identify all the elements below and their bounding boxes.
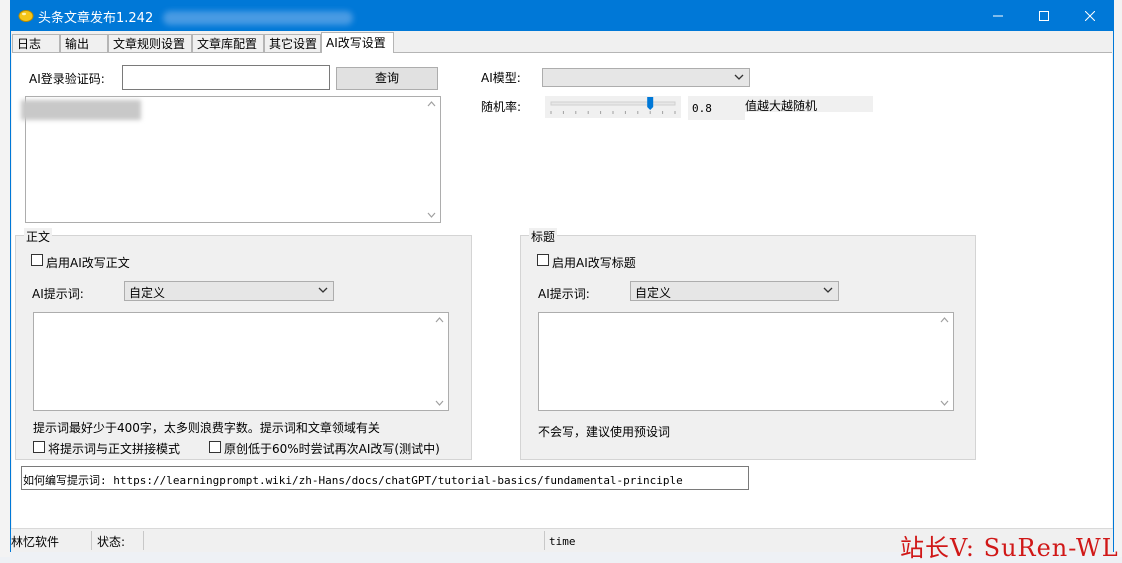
retry-rewrite-checkbox[interactable]: [209, 441, 221, 453]
query-button[interactable]: 查询: [336, 67, 438, 90]
body-prompt-select[interactable]: 自定义: [124, 281, 334, 301]
body-prompt-textarea[interactable]: [33, 312, 449, 411]
tab-other-settings[interactable]: 其它设置: [264, 34, 321, 52]
randomness-hint: 值越大越随机: [745, 99, 818, 113]
company-name: 林忆软件: [11, 535, 60, 549]
ai-rewrite-panel: AI登录验证码: 查询 AI模型: 随机率: 0.8 值越大越随机 正文 启用A…: [12, 52, 1112, 529]
minimize-icon: [993, 15, 1003, 17]
ai-model-label: AI模型:: [481, 71, 521, 85]
concat-mode-checkbox[interactable]: [33, 441, 45, 453]
tab-log[interactable]: 日志: [12, 34, 60, 52]
status-separator: [544, 531, 545, 550]
redacted-text: [21, 100, 141, 120]
window-title: 头条文章发布1.242: [38, 11, 154, 26]
scroll-up-icon[interactable]: [435, 317, 444, 323]
tab-strip: 日志 输出 文章规则设置 文章库配置 其它设置 AI改写设置: [11, 31, 1113, 53]
title-prompt-select[interactable]: 自定义: [630, 281, 839, 301]
randomness-value-box: 0.8: [688, 96, 745, 120]
tab-output[interactable]: 输出: [60, 34, 108, 52]
scroll-down-icon[interactable]: [427, 212, 436, 218]
randomness-value: 0.8: [692, 102, 712, 115]
maximize-icon: [1039, 11, 1049, 21]
body-prompt-hint: 提示词最好少于400字，太多则浪费字数。提示词和文章领域有关: [33, 421, 380, 435]
status-separator: [143, 531, 144, 550]
scroll-down-icon[interactable]: [940, 400, 949, 406]
body-group-title: 正文: [24, 228, 53, 245]
title-redaction: [163, 11, 353, 25]
body-rewrite-group: 正文 启用AI改写正文 AI提示词: 自定义 提示词最好少于400字，太多则浪费…: [15, 228, 472, 460]
chevron-down-icon: [734, 74, 744, 80]
chevron-down-icon: [318, 287, 328, 293]
body-prompt-label: AI提示词:: [32, 287, 84, 301]
slider-track: [550, 97, 676, 114]
randomness-slider[interactable]: [545, 96, 681, 118]
title-rewrite-group: 标题 启用AI改写标题 AI提示词: 自定义 不会写，建议使用预设词: [520, 228, 976, 460]
enable-title-rewrite-label[interactable]: 启用AI改写标题: [552, 254, 636, 271]
tab-article-rules[interactable]: 文章规则设置: [108, 34, 192, 52]
slider-thumb[interactable]: [647, 97, 654, 110]
login-code-label: AI登录验证码:: [29, 72, 105, 86]
scroll-up-icon[interactable]: [427, 101, 436, 107]
watermark-text: 站长V: SuRen-WL: [900, 534, 1119, 562]
prompt-help-text: 如何编写提示词: https://learningprompt.wiki/zh-…: [23, 474, 683, 487]
app-window: 头条文章发布1.242 日志 输出 文章规则设置 文章库配置 其它设置 AI改写…: [10, 0, 1114, 552]
login-code-input[interactable]: [122, 65, 330, 90]
prompt-help-field[interactable]: 如何编写提示词: https://learningprompt.wiki/zh-…: [21, 466, 749, 490]
enable-body-rewrite-label[interactable]: 启用AI改写正文: [46, 254, 130, 271]
maximize-button[interactable]: [1021, 1, 1067, 31]
chevron-down-icon: [823, 287, 833, 293]
result-scrollbar[interactable]: [423, 97, 440, 222]
scroll-down-icon[interactable]: [435, 400, 444, 406]
body-prompt-scrollbar[interactable]: [431, 313, 448, 410]
randomness-label: 随机率:: [481, 100, 522, 114]
tab-ai-rewrite[interactable]: AI改写设置: [321, 32, 394, 53]
background-window-right: [1114, 0, 1122, 557]
app-logo-icon: [18, 10, 34, 22]
title-prompt-hint: 不会写，建议使用预设词: [538, 425, 671, 439]
title-prompt-label: AI提示词:: [538, 287, 590, 301]
status-label: 状态:: [97, 535, 126, 549]
concat-mode-label[interactable]: 将提示词与正文拼接模式: [48, 440, 180, 457]
minimize-button[interactable]: [975, 1, 1021, 31]
title-prompt-scrollbar[interactable]: [936, 313, 953, 410]
tab-article-library[interactable]: 文章库配置: [192, 34, 264, 52]
randomness-hint-box: 值越大越随机: [744, 96, 873, 113]
background-window-left: [0, 0, 10, 557]
retry-rewrite-label[interactable]: 原创低于60%时尝试再次AI改写(测试中): [224, 440, 440, 457]
enable-body-rewrite-checkbox[interactable]: [31, 254, 43, 266]
title-prompt-value: 自定义: [635, 286, 672, 300]
status-separator: [91, 531, 92, 550]
slider-rail: [550, 101, 676, 106]
enable-title-rewrite-checkbox[interactable]: [537, 254, 549, 266]
close-icon: [1085, 11, 1095, 21]
title-prompt-textarea[interactable]: [538, 312, 954, 411]
ai-model-select[interactable]: [542, 68, 750, 87]
title-bar[interactable]: 头条文章发布1.242: [11, 1, 1113, 31]
close-button[interactable]: [1067, 1, 1113, 31]
scroll-up-icon[interactable]: [940, 317, 949, 323]
time-label: time: [549, 535, 576, 548]
title-group-title: 标题: [529, 228, 558, 245]
body-prompt-value: 自定义: [129, 286, 166, 300]
